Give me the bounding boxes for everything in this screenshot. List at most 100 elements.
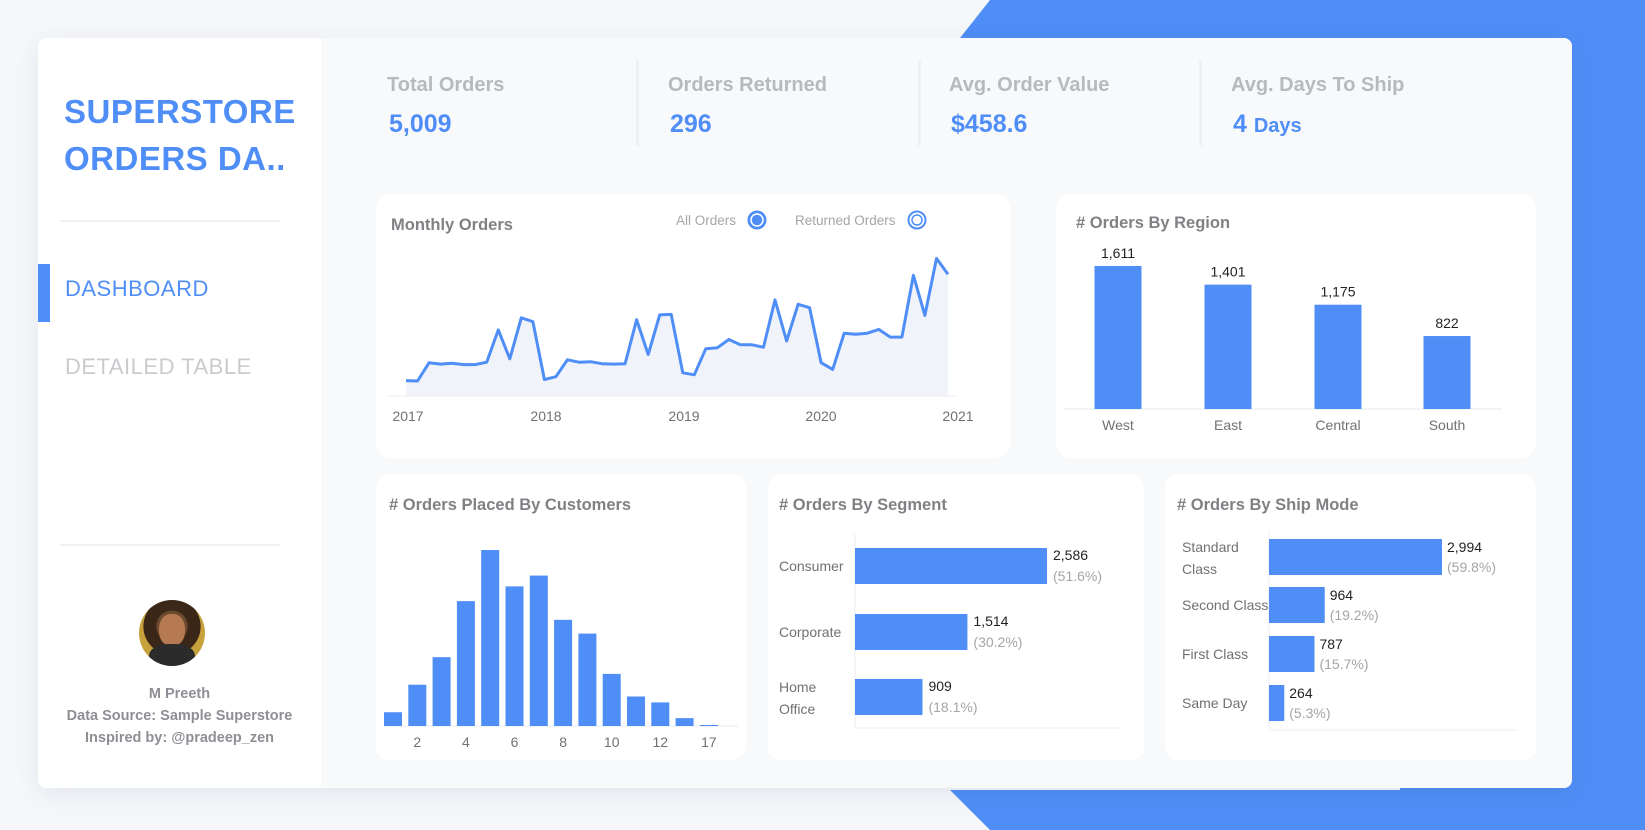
histogram-bar bbox=[456, 601, 475, 726]
author-avatar bbox=[139, 600, 205, 666]
segment-category-label: Office bbox=[779, 701, 816, 717]
ship-mode-value-label: 264 bbox=[1289, 685, 1313, 701]
legend-all-orders-radio-inner bbox=[750, 213, 764, 227]
kpi-value: $458.6 bbox=[951, 110, 1028, 138]
ship-mode-value-label: 787 bbox=[1319, 636, 1343, 652]
x-tick-label: 2 bbox=[413, 734, 421, 750]
dashboard-frame: SUPERSTORE ORDERS DA.. DASHBOARD DETAILE… bbox=[38, 38, 1572, 788]
ship-mode-category-label: Second Class bbox=[1182, 597, 1268, 613]
region-bar bbox=[1314, 304, 1362, 409]
segment-percent-label: (51.6%) bbox=[1053, 568, 1102, 584]
histogram-bar bbox=[529, 575, 548, 726]
kpi-label: Avg. Days To Ship bbox=[1231, 74, 1405, 96]
nav-detailed-table[interactable]: DETAILED TABLE bbox=[65, 354, 252, 380]
ship-mode-category-label: Class bbox=[1182, 561, 1217, 577]
kpi-value: 296 bbox=[670, 110, 712, 138]
histogram-bar bbox=[699, 725, 718, 726]
histogram-bar bbox=[408, 684, 427, 726]
segment-percent-label: (30.2%) bbox=[973, 634, 1022, 650]
kpi-separator bbox=[636, 60, 639, 146]
kpi-label: Orders Returned bbox=[668, 74, 827, 96]
ship-mode-bar bbox=[1269, 685, 1285, 721]
region-value-label: 1,175 bbox=[1320, 284, 1355, 300]
x-tick-label: 2017 bbox=[392, 408, 423, 424]
orders-by-ship-mode-card: # Orders By Ship Mode 2,994 (59.8%) Standa… bbox=[1165, 474, 1536, 760]
orders-by-region-card: # Orders By Region 1,611 West 1,401 East 1,1… bbox=[1056, 194, 1536, 458]
segment-value-label: 1,514 bbox=[973, 613, 1008, 629]
orders-by-customers-card: # Orders Placed By Customers 2 4 6 8 10 12 17 bbox=[376, 474, 746, 760]
orders-by-segment-chart: 2,586 (51.6%) Consumer 1,514 (30.2%) Corporat… bbox=[779, 534, 1120, 729]
region-category-label: West bbox=[1102, 417, 1134, 433]
active-nav-marker bbox=[38, 264, 50, 322]
x-tick-label: 2020 bbox=[805, 408, 836, 424]
legend-returned-orders-radio-inner bbox=[911, 214, 923, 226]
kpi-label: Avg. Order Value bbox=[949, 74, 1110, 96]
ship-mode-category-label: Standard bbox=[1182, 539, 1239, 555]
histogram-bar bbox=[578, 633, 597, 726]
segment-value-label: 909 bbox=[928, 678, 952, 694]
ship-mode-bar bbox=[1269, 636, 1315, 672]
monthly-orders-card: Monthly Orders All Orders Returned Order… bbox=[376, 194, 1010, 458]
x-tick-label: 2018 bbox=[530, 408, 561, 424]
ship-mode-category-label: Same Day bbox=[1182, 695, 1247, 711]
author-name: M Preeth bbox=[148, 686, 211, 702]
segment-bar bbox=[855, 548, 1047, 584]
x-tick-label: 8 bbox=[559, 734, 567, 750]
inspired-by-text: Inspired by: @pradeep_zen bbox=[85, 730, 274, 746]
segment-category-label: Consumer bbox=[779, 558, 844, 574]
orders-by-customers-chart: 2 4 6 8 10 12 17 bbox=[384, 550, 738, 750]
histogram-bar bbox=[602, 673, 621, 726]
ship-mode-value-label: 2,994 bbox=[1447, 539, 1482, 555]
ship-mode-category-label: First Class bbox=[1182, 646, 1248, 662]
ship-mode-value-label: 964 bbox=[1330, 587, 1354, 603]
kpi-separator bbox=[1199, 60, 1202, 146]
segment-percent-label: (18.1%) bbox=[928, 699, 977, 715]
ship-mode-bar bbox=[1269, 539, 1442, 575]
segment-bar bbox=[855, 679, 923, 715]
segment-bar bbox=[855, 614, 968, 650]
segment-category-label: Home bbox=[779, 679, 817, 695]
sidebar-divider-top bbox=[60, 220, 280, 222]
region-category-label: South bbox=[1429, 417, 1466, 433]
orders-by-segment-card: # Orders By Segment 2,586 (51.6%) Consumer… bbox=[768, 474, 1144, 760]
kpi-value: 4 Days bbox=[1233, 110, 1302, 139]
x-tick-label: 12 bbox=[653, 734, 669, 750]
histogram-bar bbox=[554, 619, 573, 726]
kpi-value-number: 4 bbox=[1233, 110, 1247, 138]
x-tick-label: 2019 bbox=[668, 408, 699, 424]
histogram-bar bbox=[432, 657, 451, 726]
legend-all-orders-label: All Orders bbox=[676, 213, 736, 228]
legend-returned-orders-label: Returned Orders bbox=[795, 213, 896, 228]
histogram-bar bbox=[481, 550, 500, 726]
histogram-bar bbox=[627, 696, 645, 726]
orders-by-ship-mode-chart: 2,994 (59.8%) Standard Class 964 (19.2%) Secon… bbox=[1182, 530, 1517, 731]
x-tick-label: 2021 bbox=[942, 408, 973, 424]
kpi-value-unit: Days bbox=[1253, 115, 1302, 137]
region-value-label: 1,611 bbox=[1101, 245, 1135, 261]
segment-value-label: 2,586 bbox=[1053, 547, 1088, 563]
ship-mode-percent-label: (15.7%) bbox=[1319, 656, 1368, 672]
region-bar bbox=[1423, 336, 1471, 409]
x-tick-label: 4 bbox=[462, 734, 470, 750]
nav-dashboard[interactable]: DASHBOARD bbox=[65, 276, 209, 302]
x-tick-label: 17 bbox=[701, 734, 717, 750]
x-tick-label: 10 bbox=[604, 734, 620, 750]
ship-mode-percent-label: (59.8%) bbox=[1447, 559, 1496, 575]
region-value-label: 1,401 bbox=[1210, 264, 1245, 280]
histogram-bar bbox=[675, 718, 694, 726]
kpi-value: 5,009 bbox=[389, 110, 452, 138]
orders-by-region-chart: 1,611 West 1,401 East 1,175 Central 822 South bbox=[1064, 245, 1502, 433]
ship-mode-bar bbox=[1269, 587, 1325, 623]
histogram-bar bbox=[384, 712, 402, 726]
region-category-label: East bbox=[1214, 417, 1242, 433]
sidebar: SUPERSTORE ORDERS DA.. DASHBOARD DETAILE… bbox=[38, 38, 321, 788]
region-value-label: 822 bbox=[1435, 315, 1459, 331]
segment-category-label: Corporate bbox=[779, 624, 841, 640]
histogram-bar bbox=[651, 702, 670, 726]
ship-mode-percent-label: (19.2%) bbox=[1330, 607, 1379, 623]
data-source-text: Data Source: Sample Superstore bbox=[66, 708, 293, 724]
kpi-separator bbox=[918, 60, 921, 146]
kpi-label: Total Orders bbox=[387, 74, 505, 96]
ship-mode-percent-label: (5.3%) bbox=[1289, 705, 1330, 721]
x-tick-label: 6 bbox=[511, 734, 519, 750]
